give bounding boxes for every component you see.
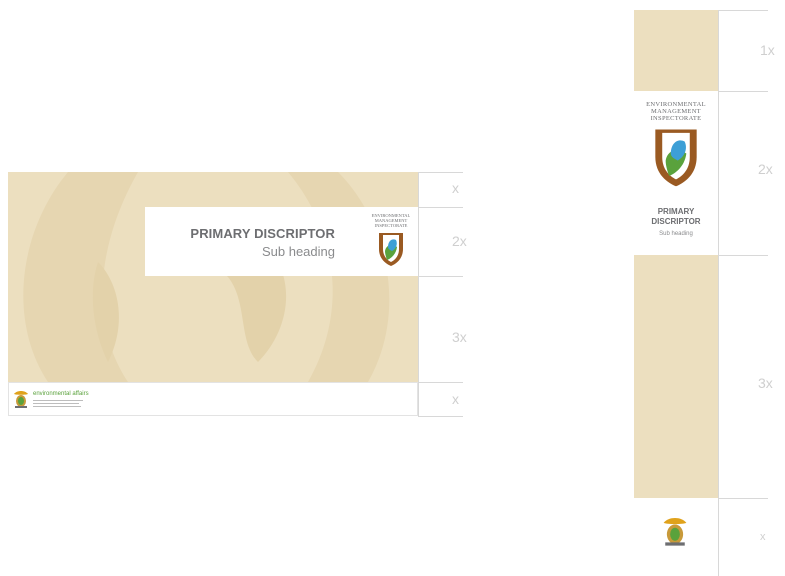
guide-line (418, 416, 463, 417)
guide-line (418, 172, 463, 173)
primary-descriptor-title: PRIMARY DISCRIPTOR (190, 226, 335, 241)
banner-background (8, 172, 418, 382)
multiplier-label: x (452, 391, 459, 407)
multiplier-label: 2x (452, 233, 467, 249)
guide-line (718, 91, 768, 92)
vertical-logo-block: ENVIRONMENTAL MANAGEMENT INSPECTORATE PR… (634, 91, 718, 255)
department-fine-print (33, 403, 79, 404)
emi-line-1: ENVIRONMENTAL (646, 101, 706, 108)
emi-logo-text: ENVIRONMENTAL MANAGEMENT INSPECTORATE (634, 101, 718, 122)
department-fine-print (33, 400, 83, 401)
emi-line-2: MANAGEMENT (651, 108, 701, 115)
guide-line (718, 10, 719, 576)
title-line-1: PRIMARY (657, 207, 695, 216)
descriptor-panel: PRIMARY DISCRIPTOR Sub heading ENVIRONME… (145, 207, 420, 276)
coat-of-arms-icon (14, 391, 28, 408)
guide-line (418, 207, 463, 208)
guide-line (418, 276, 463, 277)
guide-line (718, 498, 768, 499)
multiplier-label: 3x (758, 375, 773, 391)
emi-line-3: INSPECTORATE (650, 115, 702, 122)
guide-line (418, 382, 463, 383)
sub-heading: Sub heading (659, 231, 693, 237)
multiplier-label: 1x (760, 42, 775, 58)
primary-descriptor-title: PRIMARY DISCRIPTOR (634, 207, 718, 227)
coat-of-arms-icon (663, 518, 687, 546)
guide-line (718, 255, 768, 256)
multiplier-label: x (760, 531, 766, 543)
guide-line (718, 10, 768, 11)
vertical-middle-block (634, 255, 718, 498)
vertical-top-block (634, 10, 718, 91)
vertical-bottom-block (634, 498, 718, 576)
watermark-graphic (23, 172, 390, 382)
sub-heading: Sub heading (261, 244, 335, 259)
multiplier-label: 2x (758, 161, 773, 177)
department-fine-print (33, 406, 81, 407)
multiplier-label: x (452, 180, 459, 196)
emi-shield-icon (655, 129, 697, 187)
department-label: environmental affairs (33, 391, 89, 397)
emi-logo-text: ENVIRONMENTAL MANAGEMENT INSPECTORATE (369, 213, 413, 228)
title-line-2: DISCRIPTOR (651, 217, 701, 226)
emi-shield-icon (379, 233, 403, 266)
banner-footer: environmental affairs (8, 382, 418, 416)
emi-line-3: INSPECTORATE (374, 223, 408, 228)
guide-line (418, 172, 419, 417)
multiplier-label: 3x (452, 329, 467, 345)
